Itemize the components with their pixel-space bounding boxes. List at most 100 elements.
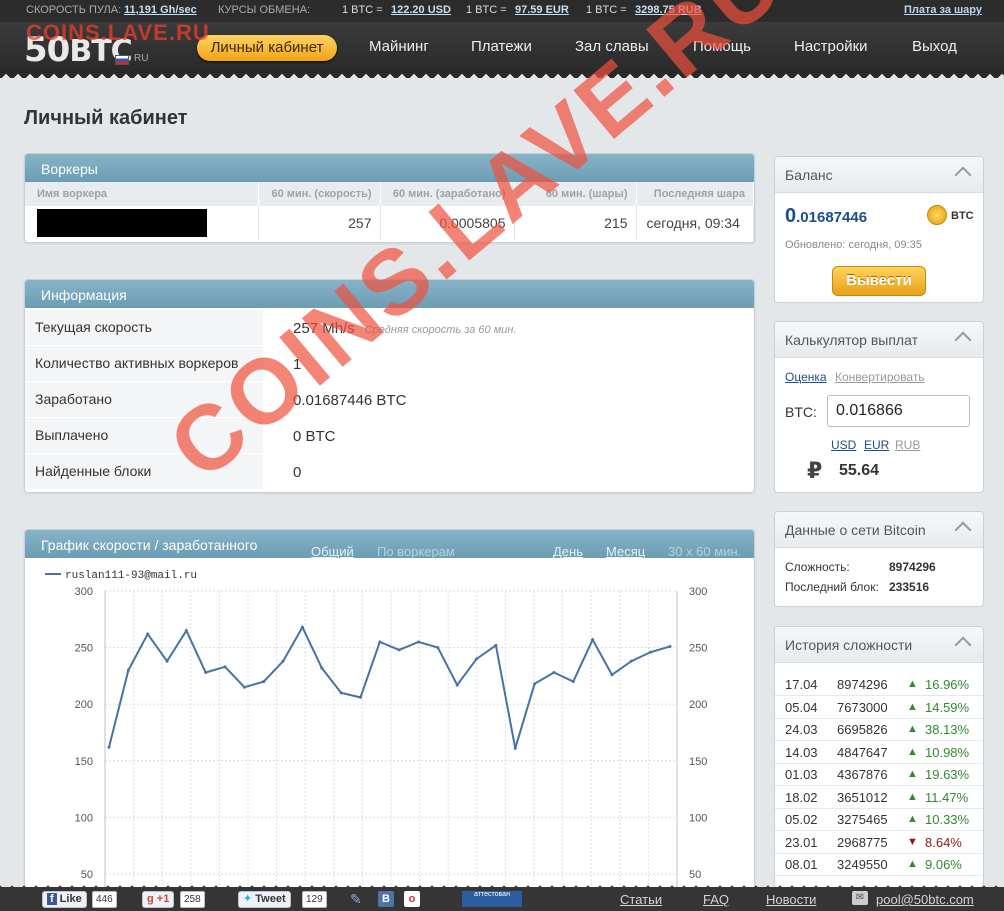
col-last-share[interactable]: Последняя шара [636, 182, 754, 206]
withdraw-button[interactable]: Вывести [832, 266, 926, 296]
difficulty-label: Сложность: [785, 560, 850, 574]
nav-payments[interactable]: Платежи [471, 38, 532, 55]
series-line[interactable] [108, 625, 671, 749]
calc-tab-convert[interactable]: Конвертировать [835, 370, 925, 384]
data-point[interactable] [126, 668, 130, 672]
data-point[interactable] [552, 671, 556, 675]
footer-link-news[interactable]: Новости [766, 892, 816, 907]
data-point[interactable] [417, 640, 421, 644]
calculator-header[interactable]: Калькулятор выплат [775, 322, 983, 358]
history-percent: 9.06% [925, 857, 962, 872]
russia-flag-icon[interactable] [115, 55, 129, 65]
chevron-up-icon[interactable] [954, 636, 972, 654]
certified-badge[interactable]: аттестован [462, 891, 522, 907]
rate-rub-value[interactable]: 3298.75 RUB [635, 4, 702, 16]
data-point[interactable] [494, 643, 498, 647]
data-point[interactable] [165, 659, 169, 663]
list-item: 05.02 3275465 ▲ 10.33% [775, 808, 983, 831]
rates-label: КУРСЫ ОБМЕНА: [218, 4, 311, 16]
data-point[interactable] [571, 680, 575, 684]
data-point[interactable] [397, 648, 401, 652]
data-point[interactable] [223, 665, 227, 669]
data-point[interactable] [300, 625, 304, 629]
footer-link-faq[interactable]: FAQ [703, 892, 729, 907]
rate-usd-value[interactable]: 122.20 USD [391, 4, 451, 16]
worker-shares-cell: 215 [514, 206, 637, 240]
speed-chart[interactable]: 300 300 250 250 200 200 150 150 100 100 50 50 ruslan… [25, 558, 754, 888]
history-percent: 10.33% [925, 812, 970, 827]
pool-speed-value[interactable]: 11,191 Gh/sec [124, 4, 197, 16]
data-point[interactable] [455, 683, 459, 687]
data-point[interactable] [649, 650, 653, 654]
col-earned[interactable]: 60 мин. (заработано) [380, 182, 515, 206]
workers-table: Имя воркера 60 мин. (скорость) 60 мин. (… [25, 182, 754, 240]
vk-icon[interactable]: B [378, 891, 394, 907]
data-point[interactable] [320, 666, 324, 670]
info-title: Информация [25, 280, 754, 308]
data-point[interactable] [475, 657, 479, 661]
network-header[interactable]: Данные о сети Bitcoin [775, 512, 983, 548]
data-point[interactable] [378, 640, 382, 644]
data-point[interactable] [513, 746, 517, 750]
footer-email[interactable]: pool@50btc.com [876, 892, 974, 907]
col-worker-name[interactable]: Имя воркера [25, 182, 259, 206]
rate-eur-value[interactable]: 97.59 EUR [515, 4, 569, 16]
pencil-icon[interactable]: ✎ [350, 891, 362, 908]
chevron-up-icon[interactable] [954, 331, 972, 349]
data-point[interactable] [668, 644, 672, 648]
chevron-up-icon[interactable] [954, 166, 972, 184]
calc-btc-input[interactable] [827, 395, 970, 427]
history-date: 18.02 [785, 789, 818, 805]
facebook-count: 446 [92, 891, 117, 908]
data-point[interactable] [204, 671, 208, 675]
calc-tab-estimate[interactable]: Оценка [785, 370, 827, 384]
data-point[interactable] [591, 638, 595, 642]
calc-cur-usd[interactable]: USD [831, 438, 856, 452]
data-point[interactable] [533, 682, 537, 686]
data-point[interactable] [339, 691, 343, 695]
data-point[interactable] [146, 632, 150, 636]
info-label: Найденные блоки [25, 454, 263, 490]
facebook-like-button[interactable]: f Like [42, 891, 87, 908]
rate-usd-prefix: 1 BTC = [342, 4, 383, 16]
tweet-button[interactable]: ✦ Tweet [238, 891, 291, 908]
difficulty-history-header[interactable]: История сложности [775, 627, 983, 663]
data-point[interactable] [242, 685, 246, 689]
history-percent: 10.98% [925, 744, 970, 760]
history-date: 01.03 [785, 767, 818, 782]
col-speed[interactable]: 60 мин. (скорость) [258, 182, 381, 206]
chevron-up-icon[interactable] [954, 521, 972, 539]
calc-cur-rub[interactable]: RUB [895, 438, 920, 452]
info-label: Количество активных воркеров [25, 346, 263, 382]
footer-link-articles[interactable]: Статьи [620, 892, 662, 907]
data-point[interactable] [629, 659, 633, 663]
language-label[interactable]: RU [134, 53, 148, 64]
data-point[interactable] [358, 695, 362, 699]
gplus-button[interactable]: g +1 [142, 891, 175, 908]
calc-cur-eur[interactable]: EUR [864, 438, 889, 452]
nav-settings[interactable]: Настройки [794, 38, 868, 55]
data-point[interactable] [262, 680, 266, 684]
nav-help[interactable]: Помощь [693, 38, 751, 55]
nav-logout[interactable]: Выход [912, 38, 957, 55]
speed-note: Средняя скорость за 60 мин. [364, 324, 517, 336]
nav-mining[interactable]: Майнинг [369, 38, 429, 55]
nav-hall-of-fame[interactable]: Зал славы [575, 38, 649, 55]
data-point[interactable] [184, 629, 188, 633]
balance-header[interactable]: Баланс [775, 157, 983, 193]
difficulty-history-title: История сложности [785, 637, 913, 653]
odnoklassniki-icon[interactable]: о [404, 891, 420, 907]
badge-text: аттестован [474, 891, 510, 898]
footer-zigzag-edge [0, 881, 1004, 887]
info-value: 257 Mh/s Средняя скорость за 60 мин. [293, 310, 516, 349]
data-point[interactable] [610, 673, 614, 677]
data-point[interactable] [436, 646, 440, 650]
data-point[interactable] [107, 745, 111, 749]
pay-per-share-link[interactable]: Плата за шару [904, 4, 982, 16]
data-point[interactable] [281, 659, 285, 663]
col-shares[interactable]: 60 мин. (шары) [514, 182, 637, 206]
history-percent: 19.63% [925, 767, 970, 782]
nav-personal-cabinet[interactable]: Личный кабинет [197, 35, 337, 61]
y-tick-label-left: 100 [75, 812, 93, 824]
top-info-strip: СКОРОСТЬ ПУЛА: 11,191 Gh/sec КУРСЫ ОБМЕН… [0, 0, 1004, 22]
